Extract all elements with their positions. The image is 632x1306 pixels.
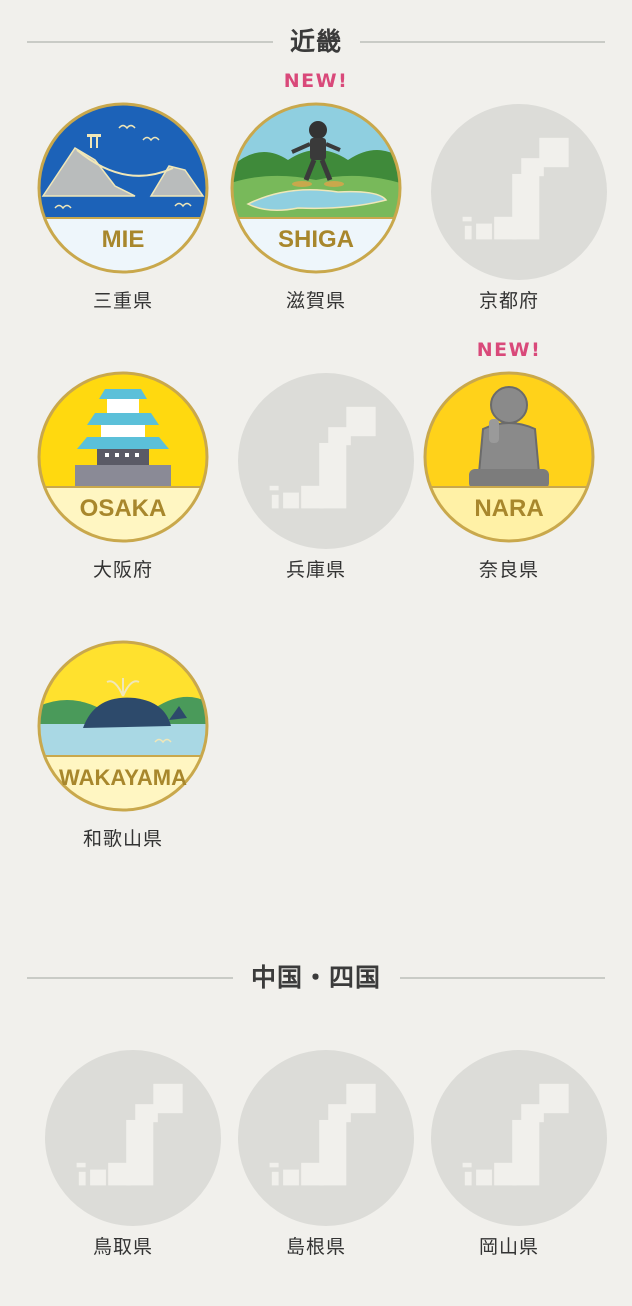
badge-locked[interactable]	[228, 1046, 414, 1226]
locked-japan-icon	[45, 1050, 221, 1226]
badge-cell-mie[interactable]: MIE 三重県	[23, 100, 223, 360]
locked-japan-icon	[238, 373, 414, 549]
prefecture-name: 滋賀県	[285, 290, 346, 312]
badge-cell-nara[interactable]: NEW! NARA 奈良県	[409, 339, 609, 629]
nara-badge-icon: NARA	[423, 371, 595, 543]
prefecture-name: 島根県	[285, 1236, 346, 1258]
new-tag: NEW!	[476, 339, 542, 361]
badge-cell-kyoto[interactable]: 京都府	[409, 100, 609, 360]
badge-cell-shiga[interactable]: NEW! SHIGA 滋賀県	[216, 70, 416, 360]
badge-cell-okayama[interactable]: 岡山県	[409, 1046, 609, 1306]
badge-nara[interactable]: NARA	[421, 369, 597, 545]
badge-osaka[interactable]: OSAKA	[35, 369, 211, 545]
prefecture-name: 京都府	[478, 290, 539, 312]
section-header-kinki: 近畿	[0, 22, 632, 62]
badge-locked[interactable]	[421, 1046, 607, 1226]
badge-wakayama[interactable]: WAKAYAMA	[35, 638, 211, 814]
locked-japan-icon	[238, 1050, 414, 1226]
section-header-chugoku-shikoku: 中国・四国	[0, 958, 632, 998]
badge-cell-tottori[interactable]: 鳥取県	[23, 1046, 223, 1306]
prefecture-name: 三重県	[92, 290, 153, 312]
wakayama-badge-icon: WAKAYAMA	[37, 640, 209, 812]
svg-text:SHIGA: SHIGA	[278, 226, 354, 253]
svg-text:NARA: NARA	[474, 495, 543, 522]
badge-mie[interactable]: MIE	[35, 100, 211, 276]
locked-japan-icon	[431, 1050, 607, 1226]
prefecture-name: 奈良県	[478, 559, 539, 581]
mie-badge-icon: MIE	[37, 102, 209, 274]
prefecture-name: 岡山県	[478, 1236, 539, 1258]
prefecture-name: 鳥取県	[92, 1236, 153, 1258]
svg-text:MIE: MIE	[102, 226, 145, 253]
osaka-badge-icon: OSAKA	[37, 371, 209, 543]
locked-japan-icon	[431, 104, 607, 280]
badge-locked[interactable]	[228, 369, 414, 549]
svg-text:WAKAYAMA: WAKAYAMA	[59, 765, 187, 790]
badge-locked[interactable]	[421, 100, 607, 280]
new-tag: NEW!	[283, 70, 349, 92]
prefecture-name: 大阪府	[92, 559, 153, 581]
svg-text:OSAKA: OSAKA	[80, 495, 167, 522]
prefecture-name: 兵庫県	[285, 559, 346, 581]
badge-cell-shimane[interactable]: 島根県	[216, 1046, 416, 1306]
badge-cell-hyogo[interactable]: 兵庫県	[216, 369, 416, 629]
badge-cell-wakayama[interactable]: WAKAYAMA 和歌山県	[23, 638, 223, 898]
shiga-badge-icon: SHIGA	[230, 102, 402, 274]
badge-locked[interactable]	[35, 1046, 221, 1226]
section-title: 近畿	[289, 27, 342, 56]
prefecture-name: 和歌山県	[82, 828, 163, 850]
section-title: 中国・四国	[250, 963, 381, 992]
badge-cell-osaka[interactable]: OSAKA 大阪府	[23, 369, 223, 629]
badge-shiga[interactable]: SHIGA	[228, 100, 404, 276]
